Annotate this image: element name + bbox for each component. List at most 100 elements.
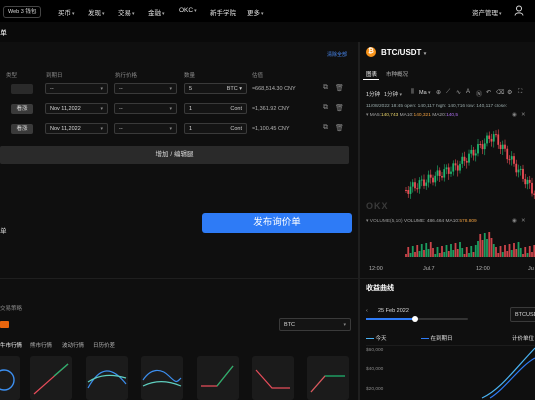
undo-icon[interactable]: ↶ — [486, 89, 491, 96]
web3-wallet-button[interactable]: Web 3 钱包 — [3, 6, 42, 18]
expiry-select[interactable]: Nov 11,2022 ▾ — [45, 103, 108, 114]
volume-bar — [409, 253, 412, 257]
text-tool-icon[interactable]: A — [466, 89, 470, 95]
nav-buy-crypto[interactable]: 买币▾ — [58, 7, 75, 17]
valuation-text: ≈1,361.92 CNY — [252, 106, 290, 112]
copy-icon[interactable]: ⧉ — [323, 84, 328, 92]
expiry-select[interactable]: -- ▾ — [45, 83, 108, 94]
strategy-card[interactable] — [141, 356, 183, 400]
fullscreen-icon[interactable]: ⛶ — [518, 89, 522, 96]
candle-body — [414, 182, 416, 189]
magnet-icon[interactable]: Ⓝ — [476, 89, 482, 98]
strategy-card[interactable] — [307, 356, 349, 400]
underlying-select[interactable]: BTC ▾ — [279, 318, 351, 331]
volume-bar — [452, 250, 455, 257]
trash-icon[interactable]: 🗑 — [335, 84, 344, 92]
nav-trade[interactable]: 交易▾ — [118, 7, 135, 17]
strike-select[interactable]: -- ▾ — [114, 83, 177, 94]
chevron-left-icon[interactable]: ‹ — [366, 308, 368, 314]
quantity-input[interactable]: 1 Cont — [184, 123, 247, 134]
call-button[interactable]: 看涨 — [11, 104, 33, 114]
add-edit-legs-button[interactable]: 增加 / 编辑腿 — [0, 146, 349, 164]
volume-bar — [501, 252, 504, 257]
candle-body — [423, 179, 425, 186]
nav-finance[interactable]: 金融▾ — [148, 7, 165, 17]
draw-line-icon[interactable]: ⟋ — [446, 89, 450, 96]
okx-watermark: OKX — [366, 201, 389, 211]
user-icon[interactable] — [514, 5, 524, 18]
candle-body — [420, 179, 423, 181]
nav-label: OKC — [179, 7, 194, 14]
strategy-title-fragment: 交易策略 — [0, 306, 23, 312]
eye-icon[interactable]: ◉ — [512, 112, 517, 118]
chevron-down-icon: ▾ — [398, 92, 402, 98]
quantity-input[interactable]: 1 Cont — [184, 103, 247, 114]
underlying-value: BTC — [284, 322, 295, 328]
volume-bar — [411, 246, 414, 257]
candle-body — [510, 156, 513, 160]
call-button[interactable]: 看涨 — [11, 124, 33, 134]
copy-icon[interactable]: ⧉ — [323, 104, 328, 112]
chevron-down-icon: ▾ — [169, 106, 172, 112]
chevron-down-icon: ▾ — [423, 51, 427, 57]
candle-body — [522, 168, 524, 179]
chevron-down-icon: ▾ — [100, 106, 103, 112]
draw-curve-icon[interactable]: ∿ — [456, 89, 461, 96]
candle-body — [513, 156, 515, 164]
trash-icon[interactable]: 🗑 — [335, 124, 344, 132]
quantity-input[interactable]: 5 BTC ▾ — [184, 83, 247, 94]
trash-icon[interactable]: 🗑 — [335, 104, 344, 112]
close-icon[interactable]: ✕ — [521, 112, 526, 118]
pair-selector[interactable]: BTC/USDT ▾ — [381, 48, 426, 57]
publish-rfq-button[interactable]: 发布询价单 — [202, 213, 352, 233]
strategy-card[interactable] — [86, 356, 128, 400]
indicator-selector[interactable]: Ma ▾ — [419, 90, 431, 96]
strategy-tab-bear[interactable]: 熊市行情 — [30, 341, 52, 349]
chevron-down-icon: ▾ — [169, 126, 172, 132]
eye-icon[interactable]: ◉ — [512, 218, 517, 224]
chevron-down-icon: ▾ — [261, 11, 264, 17]
strategy-card[interactable] — [197, 356, 239, 400]
volume-bar — [420, 244, 423, 257]
close-icon[interactable]: ✕ — [521, 218, 526, 224]
volume-bar — [508, 244, 511, 257]
timeframe-selector[interactable]: 1分钟 ▾ — [384, 90, 402, 98]
strategy-card[interactable] — [0, 356, 20, 400]
settings-icon[interactable]: ⚙ — [507, 89, 512, 96]
candles-icon[interactable]: ⫼ — [411, 89, 414, 96]
chevron-down-icon: ▾ — [194, 8, 197, 14]
currency-select[interactable]: BTCUSD — [510, 307, 535, 322]
volume-bar — [517, 242, 520, 257]
nav-label: 发现 — [88, 10, 101, 17]
expiry-select[interactable]: Nov 11,2022 ▾ — [45, 123, 108, 134]
strategy-tab-bull[interactable]: 牛市行情 — [0, 341, 22, 349]
interval-selector[interactable]: 1分钟 — [366, 90, 380, 98]
strategy-card[interactable] — [252, 356, 294, 400]
strategy-tab-calendar[interactable]: 日历价差 — [93, 341, 115, 349]
y-tick: $20,000 — [366, 387, 384, 392]
strategy-card[interactable] — [30, 356, 72, 400]
asset-management-menu[interactable]: 资产管理▾ — [472, 7, 502, 17]
crosshair-icon[interactable]: ⊕ — [436, 89, 441, 96]
clear-all-link[interactable]: 清除全部 — [327, 51, 347, 58]
chevron-down-icon: ▾ — [169, 86, 172, 92]
nav-discover[interactable]: 发现▾ — [88, 7, 105, 17]
nav-academy[interactable]: 新手学院 — [210, 7, 236, 17]
strike-select[interactable]: -- ▾ — [114, 123, 177, 134]
leg-type-button[interactable] — [11, 84, 33, 94]
copy-icon[interactable]: ⧉ — [323, 124, 328, 132]
date-slider-thumb[interactable] — [412, 316, 418, 322]
volume-bar — [526, 253, 529, 257]
date-slider[interactable] — [366, 316, 468, 322]
nav-more[interactable]: 更多▾ — [247, 7, 264, 17]
tab-chart[interactable]: 图表 — [366, 70, 377, 78]
nav-okc[interactable]: OKC▾ — [179, 7, 197, 14]
x-tick: 12:00 — [369, 266, 383, 272]
ma-toggle-icon: ▾ — [366, 113, 369, 118]
volume-bar — [416, 245, 419, 257]
tab-market-overview[interactable]: 市种概况 — [386, 70, 408, 78]
yield-curve-graph — [481, 347, 535, 399]
strategy-tab-volatility[interactable]: 波动行情 — [62, 341, 84, 349]
strike-select[interactable]: -- ▾ — [114, 103, 177, 114]
eraser-icon[interactable]: ⌫ — [496, 89, 504, 96]
